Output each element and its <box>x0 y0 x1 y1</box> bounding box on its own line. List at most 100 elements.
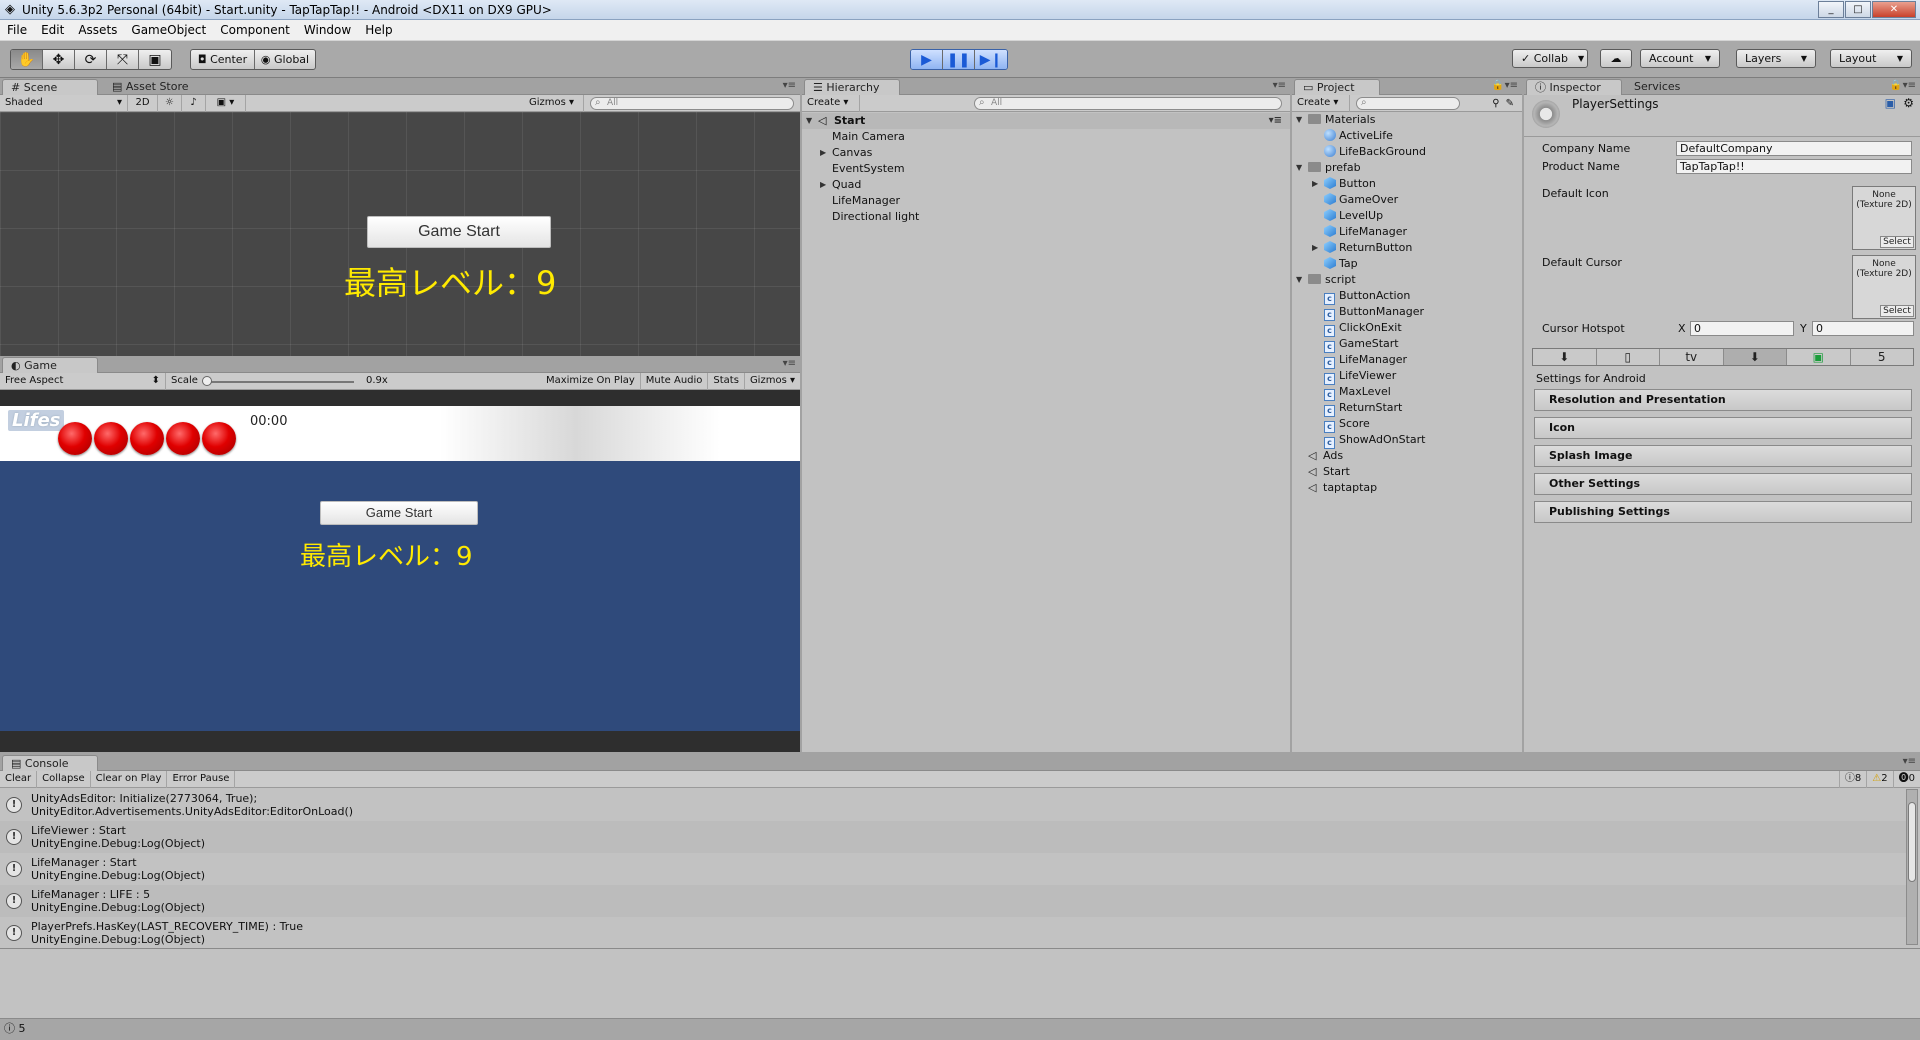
menu-gameobject[interactable]: GameObject <box>124 23 213 37</box>
panel-menu-icon[interactable]: ▾≡ <box>1903 80 1916 91</box>
tab-hierarchy[interactable]: ☰ Hierarchy <box>804 79 900 95</box>
shading-dropdown[interactable]: Shaded ▾ <box>0 94 128 112</box>
project-item-showadonstart[interactable]: c ShowAdOnStart <box>1292 432 1522 449</box>
collab-dropdown[interactable]: ✓ Collab ▼ <box>1512 49 1588 68</box>
tab-console[interactable]: ▤ Console <box>2 755 98 771</box>
project-item-lifeviewer[interactable]: c LifeViewer <box>1292 368 1522 385</box>
default-icon-select-button[interactable]: Select <box>1880 236 1914 248</box>
game-screen[interactable]: Lifes 00:00 Game Start 最高レベル：9 <box>0 406 800 731</box>
expand-arrow-icon[interactable]: ▼ <box>1296 160 1302 176</box>
step-button[interactable]: ▶❙ <box>975 50 1007 69</box>
tab-game[interactable]: ◐ Game <box>2 357 98 373</box>
tab-inspector[interactable]: ⓘ Inspector <box>1526 79 1622 95</box>
console-entry[interactable]: ! UnityAdsEditor: Initialize(2773064, Tr… <box>0 789 1906 821</box>
section-icon[interactable]: Icon <box>1534 417 1912 439</box>
project-item-lifemanager-prefab[interactable]: LifeManager <box>1292 224 1522 240</box>
project-folder-materials[interactable]: ▼ Materials <box>1292 112 1522 128</box>
project-item-gameover[interactable]: GameOver <box>1292 192 1522 208</box>
project-item-maxlevel[interactable]: c MaxLevel <box>1292 384 1522 401</box>
expand-arrow-icon[interactable]: ▼ <box>1296 112 1302 128</box>
menu-file[interactable]: File <box>0 23 34 37</box>
rect-tool-button[interactable]: ▣ <box>139 50 171 69</box>
mode-2d-toggle[interactable]: 2D <box>128 94 158 112</box>
console-entry[interactable]: ! LifeManager : Start UnityEngine.Debug:… <box>0 853 1906 885</box>
console-error-filter[interactable]: ⓿0 <box>1894 771 1920 788</box>
project-item-activelife[interactable]: ActiveLife <box>1292 128 1522 144</box>
panel-menu-icon[interactable]: ▾≡ <box>1273 80 1286 91</box>
stats-toggle[interactable]: Stats <box>708 372 745 390</box>
console-error-pause-toggle[interactable]: Error Pause <box>167 770 236 788</box>
project-scene-start[interactable]: ◁ Start <box>1292 464 1522 480</box>
project-item-lifemanager-script[interactable]: c LifeManager <box>1292 352 1522 369</box>
scale-tool-button[interactable]: ⤧ <box>107 50 139 69</box>
tab-project[interactable]: ▭ Project <box>1294 79 1380 95</box>
hierarchy-search-input[interactable]: All <box>974 96 1282 110</box>
panel-menu-icon[interactable]: ▾≡ <box>1903 756 1916 767</box>
effects-dropdown[interactable]: ▣ ▾ <box>206 94 246 112</box>
menu-window[interactable]: Window <box>297 23 358 37</box>
panel-menu-icon[interactable]: ▾≡ <box>1505 80 1518 91</box>
pivot-global-button[interactable]: ◉ Global <box>255 50 315 69</box>
menu-edit[interactable]: Edit <box>34 23 71 37</box>
console-clear-button[interactable]: Clear <box>0 770 38 788</box>
default-cursor-slot[interactable]: None (Texture 2D) Select <box>1852 255 1916 319</box>
tab-services[interactable]: Services <box>1626 79 1688 95</box>
lock-icon[interactable]: 🔒 <box>1492 80 1504 91</box>
product-name-input[interactable]: TapTapTap!! <box>1676 159 1912 174</box>
collapsed-arrow-icon[interactable]: ▶ <box>1312 176 1318 192</box>
hierarchy-scene-row[interactable]: ▼ ◁ Start ▾≡ <box>802 113 1290 129</box>
tab-scene[interactable]: # Scene <box>2 79 98 95</box>
menu-assets[interactable]: Assets <box>71 23 124 37</box>
section-splash-image[interactable]: Splash Image <box>1534 445 1912 467</box>
project-create-dropdown[interactable]: Create ▾ <box>1292 94 1350 112</box>
project-item-returnbutton[interactable]: ▶ ReturnButton <box>1292 240 1522 256</box>
console-entry[interactable]: ! LifeManager : LIFE : 5 UnityEngine.Deb… <box>0 885 1906 917</box>
console-scrollbar-thumb[interactable] <box>1908 802 1916 882</box>
menu-help[interactable]: Help <box>358 23 399 37</box>
console-collapse-toggle[interactable]: Collapse <box>37 770 91 788</box>
console-warning-filter[interactable]: ⚠2 <box>1867 770 1894 788</box>
platform-tvos-tab[interactable]: tv <box>1660 349 1724 365</box>
project-item-clickonexit[interactable]: c ClickOnExit <box>1292 320 1522 337</box>
game-start-button[interactable]: Game Start <box>320 501 478 525</box>
project-item-lifebackground[interactable]: LifeBackGround <box>1292 144 1522 160</box>
hierarchy-item-eventsystem[interactable]: EventSystem <box>802 161 1290 177</box>
filter-label-icon[interactable]: ✎ <box>1506 98 1514 109</box>
hand-tool-button[interactable]: ✋ <box>11 50 43 69</box>
scale-slider-thumb[interactable] <box>202 375 212 386</box>
project-item-returnstart[interactable]: c ReturnStart <box>1292 400 1522 417</box>
scale-slider-track[interactable] <box>206 380 354 383</box>
console-info-filter[interactable]: ⓘ8 <box>1838 770 1868 788</box>
platform-ios-tab[interactable]: ▯ <box>1597 349 1660 365</box>
hierarchy-item-directional-light[interactable]: Directional light <box>802 209 1290 225</box>
project-folder-prefab[interactable]: ▼ prefab <box>1292 160 1522 176</box>
audio-toggle[interactable]: ♪ <box>182 94 206 112</box>
scale-slider[interactable]: Scale 0.9x <box>166 373 532 390</box>
project-folder-script[interactable]: ▼ script <box>1292 272 1522 288</box>
panel-menu-icon[interactable]: ▾≡ <box>783 80 796 91</box>
hierarchy-item-canvas[interactable]: ▶ Canvas <box>802 145 1290 161</box>
layers-dropdown[interactable]: Layers ▼ <box>1736 49 1816 68</box>
gear-icon[interactable]: ⚙ <box>1903 96 1914 110</box>
pivot-center-button[interactable]: ◘ Center <box>191 50 255 69</box>
scene-game-start-button[interactable]: Game Start <box>367 216 551 248</box>
close-button[interactable]: ✕ <box>1872 1 1916 18</box>
scene-viewport[interactable]: Game Start 最高レベル：9 <box>0 112 800 356</box>
collapsed-arrow-icon[interactable]: ▶ <box>1312 240 1318 256</box>
scene-menu-icon[interactable]: ▾≡ <box>1269 113 1282 129</box>
pause-button[interactable]: ❚❚ <box>943 50 975 69</box>
platform-standalone-tab[interactable]: ⬇ <box>1533 349 1597 365</box>
project-item-buttonaction[interactable]: c ButtonAction <box>1292 288 1522 305</box>
hierarchy-item-quad[interactable]: ▶ Quad <box>802 177 1290 193</box>
project-scene-ads[interactable]: ◁ Ads <box>1292 448 1522 464</box>
platform-tizen-tab[interactable]: ▣ <box>1787 349 1851 365</box>
aspect-dropdown[interactable]: Free Aspect ⬍ <box>0 372 166 390</box>
game-gizmos-dropdown[interactable]: Gizmos ▾ <box>745 373 800 390</box>
hotspot-x-input[interactable]: 0 <box>1690 321 1794 336</box>
console-entry[interactable]: ! LifeViewer : Start UnityEngine.Debug:L… <box>0 821 1906 853</box>
tab-asset-store[interactable]: ▤ Asset Store <box>104 79 197 95</box>
panel-menu-icon[interactable]: ▾≡ <box>783 358 796 369</box>
platform-webgl-tab[interactable]: 5 <box>1851 349 1914 365</box>
default-icon-slot[interactable]: None (Texture 2D) Select <box>1852 186 1916 250</box>
lighting-toggle[interactable]: ☼ <box>158 94 182 112</box>
